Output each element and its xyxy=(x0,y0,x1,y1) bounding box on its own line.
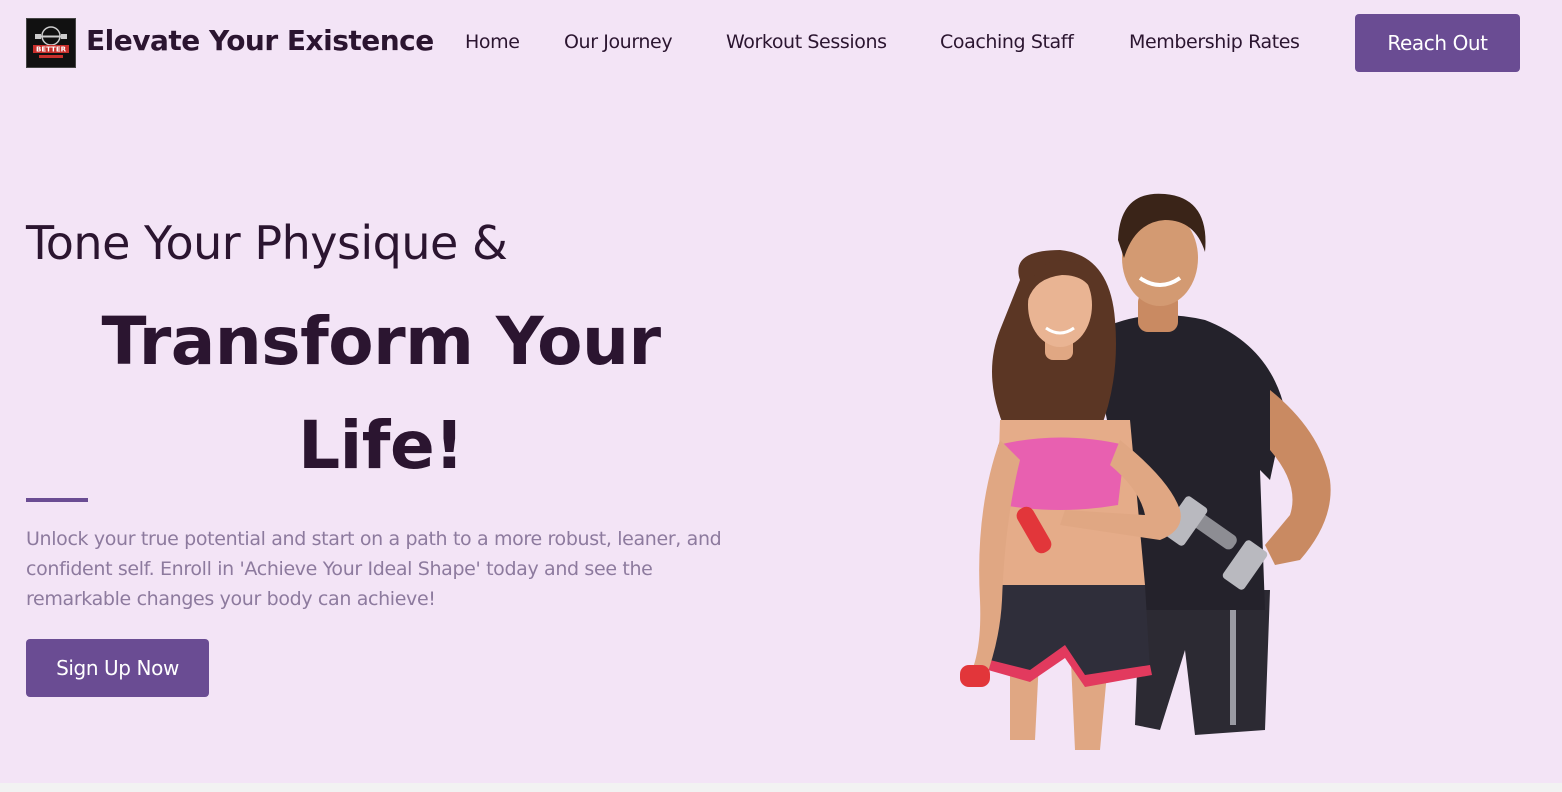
hero-divider xyxy=(26,498,88,502)
hero-title: Transform Your Life! xyxy=(26,290,736,498)
nav-membership-rates[interactable]: Membership Rates xyxy=(1129,31,1300,53)
brand-name[interactable]: Elevate Your Existence xyxy=(86,24,434,57)
hero-eyebrow: Tone Your Physique & xyxy=(26,216,508,270)
fitness-couple-illustration xyxy=(940,180,1360,760)
reach-out-button[interactable]: Reach Out xyxy=(1355,14,1520,72)
nav-coaching-staff[interactable]: Coaching Staff xyxy=(940,31,1074,53)
nav-our-journey[interactable]: Our Journey xyxy=(564,31,673,53)
hero-description: Unlock your true potential and start on … xyxy=(26,528,722,610)
nav-workout-sessions[interactable]: Workout Sessions xyxy=(726,31,887,53)
hero-title-line-1: Transform Your xyxy=(101,303,661,380)
logo-text: BETTER xyxy=(36,46,67,54)
sign-up-button[interactable]: Sign Up Now xyxy=(26,639,209,697)
nav-home[interactable]: Home xyxy=(465,31,520,53)
page: BETTER Elevate Your Existence Home Our J… xyxy=(0,0,1562,783)
gym-badge-icon[interactable]: BETTER xyxy=(26,18,76,68)
hero-title-line-2: Life! xyxy=(298,407,464,484)
